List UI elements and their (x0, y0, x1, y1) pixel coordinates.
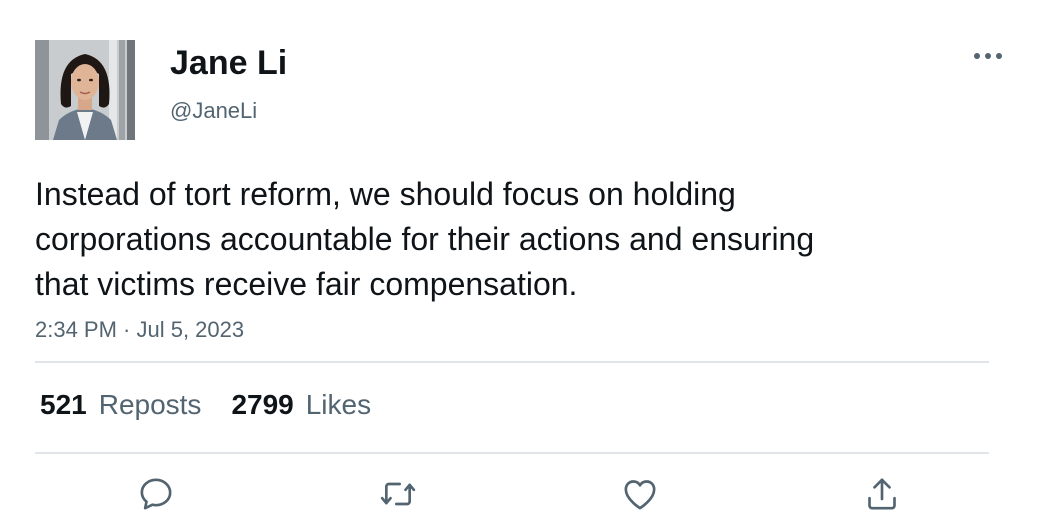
reposts-count: 521 (40, 389, 87, 420)
share-button[interactable] (858, 470, 906, 518)
avatar-photo (35, 40, 135, 140)
reply-button[interactable] (132, 470, 180, 518)
likes-count: 2799 (231, 389, 294, 420)
repost-button[interactable] (374, 470, 422, 518)
tweet-timestamp[interactable]: 2:34 PM · Jul 5, 2023 (35, 316, 244, 344)
divider (35, 452, 989, 454)
repost-icon (380, 482, 416, 506)
likes-label: Likes (305, 389, 372, 420)
avatar[interactable] (35, 40, 135, 140)
more-horizontal-icon (974, 53, 1002, 59)
author-handle[interactable]: @JaneLi (170, 97, 257, 125)
engagement-stats: 521 Reposts 2799 Likes (40, 388, 371, 422)
more-options-button[interactable] (966, 40, 1010, 72)
likes-stat[interactable]: 2799 Likes (231, 388, 371, 422)
author-display-name[interactable]: Jane Li (170, 42, 287, 84)
reposts-stat[interactable]: 521 Reposts (40, 388, 201, 422)
like-button[interactable] (616, 470, 664, 518)
tweet-text: Instead of tort reform, we should focus … (35, 176, 815, 302)
heart-icon (624, 480, 656, 510)
reposts-label: Reposts (98, 389, 202, 420)
reply-icon (140, 478, 172, 510)
divider (35, 361, 989, 363)
action-bar (0, 470, 1050, 518)
share-icon (868, 478, 896, 510)
